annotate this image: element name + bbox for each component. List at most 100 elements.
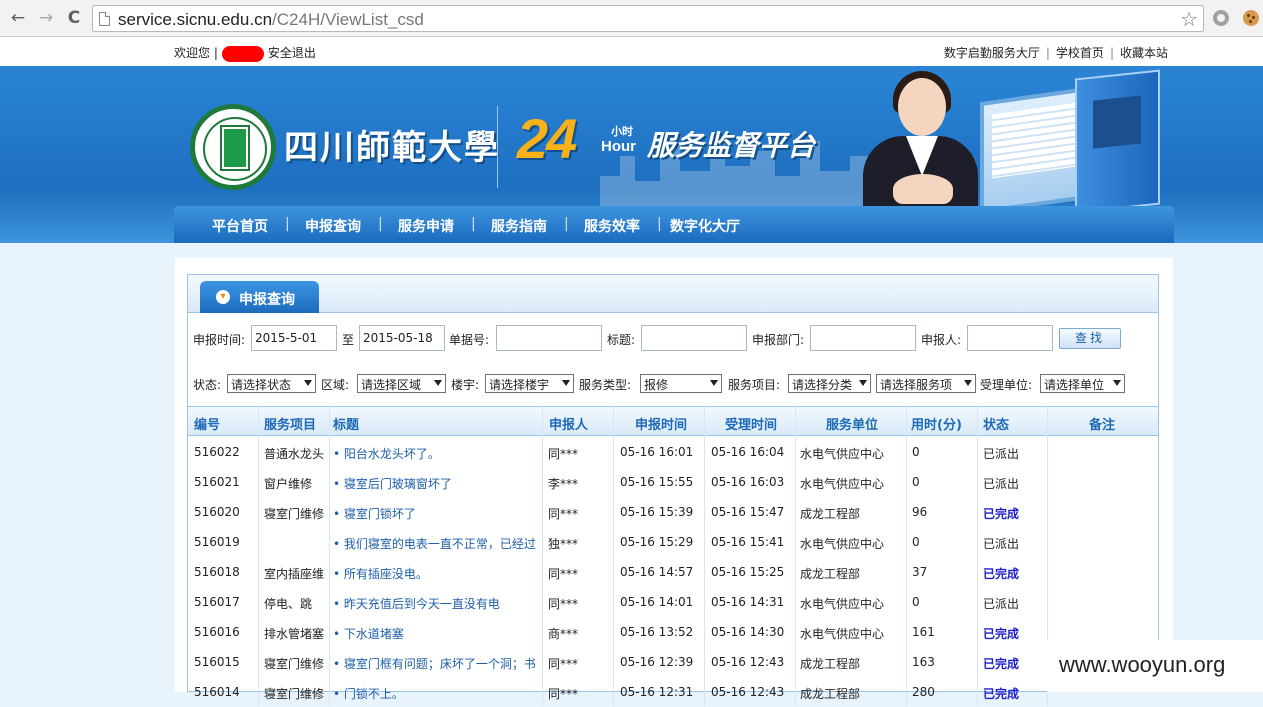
forward-icon[interactable]: → xyxy=(36,8,56,28)
table-header: 编号 服务项目 标题 申报人 申报时间 受理时间 服务单位 用时(分) 状态 备… xyxy=(188,406,1158,436)
table-row[interactable]: 516019 • 我们寝室的电表一直不正常，已经过 独*** 05-16 15:29 0… xyxy=(188,527,1158,557)
table-row[interactable]: 516014 寝室门维修 • 门锁不上。 同*** 05-16 12:31 05-16 1… xyxy=(188,677,1158,707)
menu-home[interactable]: 平台首页 xyxy=(212,216,268,236)
menu-digital-hall[interactable]: 数字化大厅 xyxy=(670,216,740,236)
cell-title[interactable]: • 寝室门框有问题；床坏了一个洞；书 xyxy=(333,655,538,672)
university-logo xyxy=(190,104,276,190)
cell-title[interactable]: • 我们寝室的电表一直不正常，已经过 xyxy=(333,535,538,552)
cell-mins: 37 xyxy=(912,565,928,579)
service-item-select[interactable]: 请选择服务项 xyxy=(876,374,976,393)
cell-time: 05-16 13:52 xyxy=(620,625,694,639)
cell-accept: 05-16 12:43 xyxy=(711,685,785,699)
cell-id: 516017 xyxy=(194,595,240,609)
table-row[interactable]: 516015 寝室门维修 • 寝室门框有问题；床坏了一个洞；书 同*** 05-16 1… xyxy=(188,647,1158,677)
cell-item: 寝室门维修 xyxy=(264,687,325,701)
cell-person: 同*** xyxy=(548,687,579,701)
reload-icon[interactable]: C xyxy=(64,8,84,28)
table-row[interactable]: 516020 寝室门维修 • 寝室门锁坏了 同*** 05-16 15:39 05-16 … xyxy=(188,497,1158,527)
bookmark-star-icon[interactable]: ☆ xyxy=(1180,7,1198,31)
cell-status: 已派出 xyxy=(983,477,1020,491)
menu-apply[interactable]: 服务申请 xyxy=(398,216,454,236)
cell-status: 已完成 xyxy=(983,627,1020,641)
header-title: 标题 xyxy=(333,418,360,433)
dept-label: 申报部门: xyxy=(752,333,805,347)
building-select[interactable]: 请选择楼宇 xyxy=(485,374,574,393)
status-select[interactable]: 请选择状态 xyxy=(227,374,316,393)
cell-person: 同*** xyxy=(548,447,579,461)
header-time: 申报时间 xyxy=(635,418,688,433)
person-input[interactable] xyxy=(967,325,1053,351)
header-mins: 用时(分) xyxy=(911,418,962,433)
date-from-input[interactable]: 2015-5-01 xyxy=(251,325,337,351)
cell-title[interactable]: • 下水道堵塞 xyxy=(333,625,538,642)
find-button[interactable]: 查找 xyxy=(1059,328,1121,349)
cell-status: 已派出 xyxy=(983,597,1020,611)
menu-guide[interactable]: 服务指南 xyxy=(491,216,547,236)
dept-input[interactable] xyxy=(810,325,916,351)
header-item: 服务项目 xyxy=(264,418,317,433)
table-row[interactable]: 516017 停电、跳 • 昨天充值后到今天一直没有电 同*** 05-16 14:01… xyxy=(188,587,1158,617)
area-select[interactable]: 请选择区域 xyxy=(357,374,446,393)
cell-time: 05-16 12:31 xyxy=(620,685,694,699)
panel-header: ▾ 申报查询 xyxy=(188,275,1158,313)
cookie-extension-icon[interactable] xyxy=(1243,10,1259,26)
bookmark-site-link[interactable]: 收藏本站 xyxy=(1120,46,1168,60)
order-number-input[interactable] xyxy=(496,325,602,351)
menu-query[interactable]: 申报查询 xyxy=(305,216,361,236)
tab-query[interactable]: ▾ 申报查询 xyxy=(200,281,319,313)
cell-person: 同*** xyxy=(548,567,579,581)
digital-hall-link[interactable]: 数字启勤服务大厅 xyxy=(944,46,1040,60)
cell-unit: 成龙工程部 xyxy=(800,507,861,521)
school-home-link[interactable]: 学校首页 xyxy=(1056,46,1104,60)
table-row[interactable]: 516021 窗户维修 • 寝室后门玻璃窗坏了 李*** 05-16 15:55 05-1… xyxy=(188,467,1158,497)
table-row[interactable]: 516018 室内插座维 • 所有插座没电。 同*** 05-16 14:57 05-16… xyxy=(188,557,1158,587)
platform-title: 服务监督平台 xyxy=(647,129,816,162)
cell-title[interactable]: • 阳台水龙头坏了。 xyxy=(333,445,538,462)
service-type-select[interactable]: 报修 xyxy=(640,374,722,393)
cell-title[interactable]: • 寝室后门玻璃窗坏了 xyxy=(333,475,538,492)
cell-title[interactable]: • 门锁不上。 xyxy=(333,685,538,702)
school-name: 四川師範大學 xyxy=(284,128,500,168)
header-unit: 服务单位 xyxy=(826,418,879,433)
cell-unit: 水电气供应中心 xyxy=(800,447,885,461)
cell-title[interactable]: • 所有插座没电。 xyxy=(333,565,538,582)
address-bar[interactable]: service.sicnu.edu.cn/C24H/ViewList_csd ☆ xyxy=(92,5,1204,32)
logout-link[interactable]: 安全退出 xyxy=(268,46,316,60)
cell-unit: 成龙工程部 xyxy=(800,687,861,701)
extension-ring-icon[interactable] xyxy=(1213,10,1229,26)
query-panel: ▾ 申报查询 申报时间: 2015-5-01 至 2015-05-18 单据号:… xyxy=(187,274,1159,706)
cell-accept: 05-16 16:04 xyxy=(711,445,785,459)
welcome-area: 欢迎您 | 安全退出 xyxy=(174,44,316,62)
building-label: 楼宇: xyxy=(451,378,480,392)
cell-unit: 水电气供应中心 xyxy=(800,477,885,491)
menu-efficiency[interactable]: 服务效率 xyxy=(584,216,640,236)
cell-person: 李*** xyxy=(548,477,579,491)
service-category-select[interactable]: 请选择分类 xyxy=(788,374,871,393)
cell-id: 516019 xyxy=(194,535,240,549)
cell-status: 已派出 xyxy=(983,447,1020,461)
unit-select[interactable]: 请选择单位 xyxy=(1040,374,1125,393)
cell-time: 05-16 14:57 xyxy=(620,565,694,579)
title-label: 标题: xyxy=(607,333,636,347)
cell-unit: 水电气供应中心 xyxy=(800,597,885,611)
title-input[interactable] xyxy=(641,325,747,351)
header-accept: 受理时间 xyxy=(725,418,778,433)
cell-person: 同*** xyxy=(548,597,579,611)
date-to-input[interactable]: 2015-05-18 xyxy=(359,325,445,351)
cell-id: 516020 xyxy=(194,505,240,519)
banner-hour: 小时 Hour xyxy=(601,125,636,155)
table-row[interactable]: 516016 排水管堵塞 • 下水道堵塞 商*** 05-16 13:52 05-16 1… xyxy=(188,617,1158,647)
table-row[interactable]: 516022 普通水龙头 • 阳台水龙头坏了。 同*** 05-16 16:01 05-1… xyxy=(188,437,1158,467)
cell-status: 已完成 xyxy=(983,687,1020,701)
url-text[interactable]: service.sicnu.edu.cn/C24H/ViewList_csd xyxy=(118,10,424,30)
cell-title[interactable]: • 昨天充值后到今天一直没有电 xyxy=(333,595,538,612)
cell-person: 同*** xyxy=(548,507,579,521)
cell-title[interactable]: • 寝室门锁坏了 xyxy=(333,505,538,522)
cell-time: 05-16 16:01 xyxy=(620,445,694,459)
redacted-username xyxy=(221,45,264,62)
page-icon xyxy=(99,12,110,26)
cell-unit: 成龙工程部 xyxy=(800,567,861,581)
cell-accept: 05-16 14:31 xyxy=(711,595,785,609)
cell-accept: 05-16 15:47 xyxy=(711,505,785,519)
back-icon[interactable]: ← xyxy=(8,8,28,28)
